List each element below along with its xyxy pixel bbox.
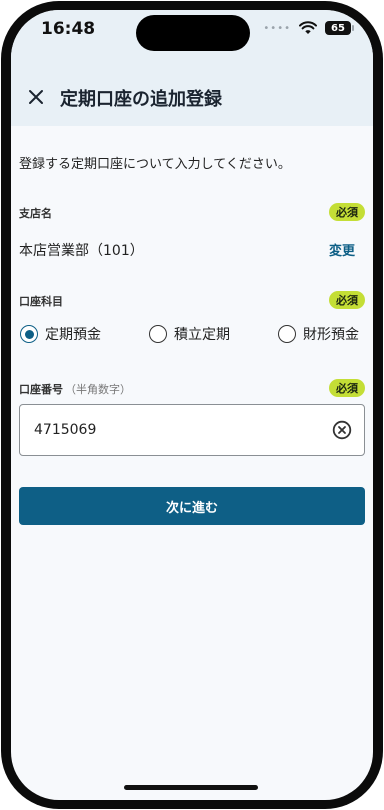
account-number-input[interactable]	[34, 405, 314, 455]
account-type-required-badge: 必須	[329, 291, 365, 309]
radio-option-teiki-yokin[interactable]: 定期預金	[20, 324, 101, 344]
signal-icon: ••••	[263, 22, 291, 34]
radio-unselected-icon	[149, 325, 167, 343]
phone-frame: 16:48 •••• 65 定期口座の追加登録 登録する定期口座について入力して…	[1, 1, 383, 809]
wifi-icon	[299, 21, 317, 34]
status-bar: 16:48 •••• 65	[11, 10, 373, 70]
radio-selected-icon	[20, 325, 38, 343]
account-type-radio-group: 定期預金 積立定期 財形預金	[19, 324, 365, 348]
account-number-field	[19, 404, 365, 456]
account-number-label-text: 口座番号	[19, 383, 63, 396]
radio-option-tsumitate-teiki[interactable]: 積立定期	[149, 324, 230, 344]
radio-label: 財形預金	[303, 327, 359, 343]
change-branch-button[interactable]: 変更	[329, 240, 355, 259]
branch-required-badge: 必須	[329, 203, 365, 221]
app-screen: 16:48 •••• 65 定期口座の追加登録 登録する定期口座について入力して…	[11, 10, 373, 800]
close-icon	[29, 90, 43, 104]
page-title: 定期口座の追加登録	[60, 89, 222, 110]
battery-icon: 65	[325, 21, 354, 35]
account-number-required-badge: 必須	[329, 379, 365, 397]
account-number-label: 口座番号 （半角数字）	[19, 381, 131, 397]
home-indicator	[124, 785, 258, 790]
close-button[interactable]	[22, 83, 50, 111]
clear-input-button[interactable]	[332, 420, 352, 440]
radio-unselected-icon	[278, 325, 296, 343]
app-header: 定期口座の追加登録	[11, 70, 373, 126]
account-number-hint: （半角数字）	[65, 383, 131, 396]
account-type-label: 口座科目	[19, 295, 63, 308]
clear-circle-icon	[332, 420, 352, 440]
status-icons: •••• 65	[263, 21, 354, 35]
branch-label: 支店名	[19, 207, 52, 220]
radio-option-zaikei-yokin[interactable]: 財形預金	[278, 324, 359, 344]
intro-text: 登録する定期口座について入力してください。	[19, 157, 291, 172]
radio-label: 定期預金	[45, 327, 101, 343]
dynamic-island	[136, 15, 250, 51]
next-button[interactable]: 次に進む	[19, 487, 365, 525]
branch-value: 本店営業部（101）	[19, 243, 144, 259]
radio-label: 積立定期	[174, 327, 230, 343]
status-time: 16:48	[41, 19, 96, 39]
